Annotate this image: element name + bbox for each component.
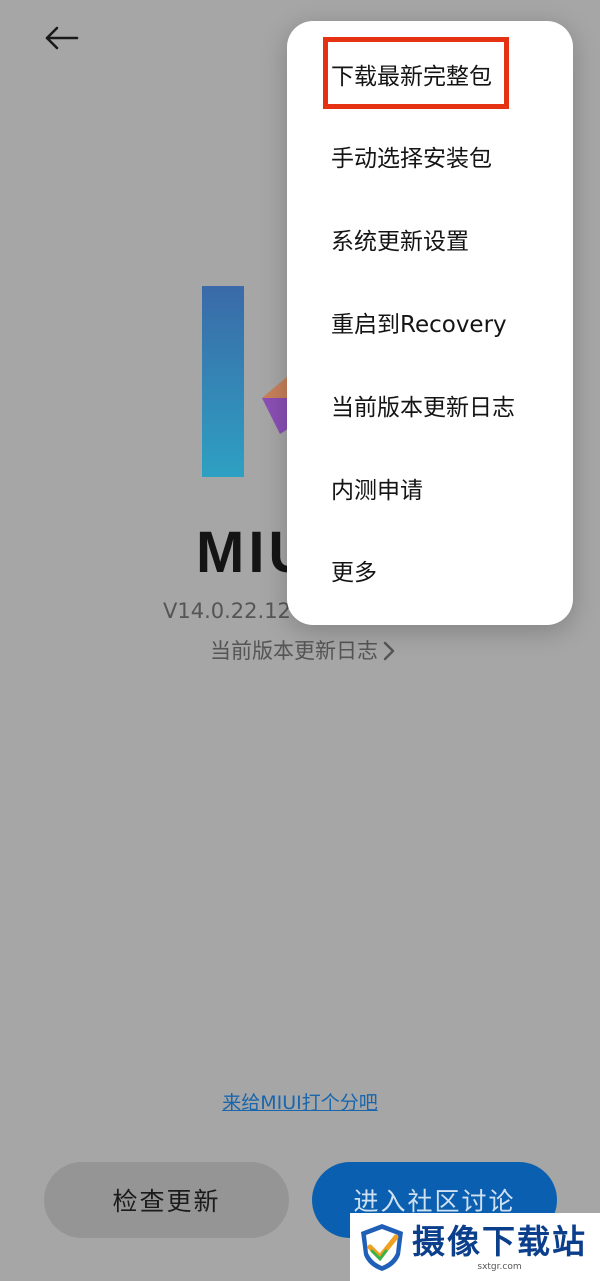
check-update-button[interactable]: 检查更新 [44,1162,289,1238]
menu-item-download-full-package[interactable]: 下载最新完整包 [331,59,492,95]
miui-logo-icon [202,286,300,477]
rate-miui-link[interactable]: 来给MIUI打个分吧 [0,1088,600,1118]
watermark-subtitle: sxtgr.com [477,1262,522,1272]
arrow-left-icon [45,26,79,50]
menu-item-more[interactable]: 更多 [331,555,377,591]
menu-item-beta-apply[interactable]: 内测申请 [331,473,423,509]
back-button[interactable] [36,18,86,58]
menu-item-update-settings[interactable]: 系统更新设置 [331,224,469,260]
menu-item-manual-select-package[interactable]: 手动选择安装包 [331,141,492,177]
changelog-link[interactable]: 当前版本更新日志 [210,636,396,666]
menu-item-reboot-recovery[interactable]: 重启到Recovery [331,307,507,343]
chevron-right-icon [383,641,395,661]
overflow-menu: 下载最新完整包 手动选择安装包 系统更新设置 重启到Recovery 当前版本更… [287,21,573,625]
watermark: 摄像下载站 sxtgr.com [350,1213,600,1281]
miui-logo-text: MIUI [196,520,291,585]
version-text: V14.0.22.12. [163,599,293,623]
menu-item-changelog[interactable]: 当前版本更新日志 [331,390,515,426]
watermark-title: 摄像下载站 [412,1222,587,1261]
changelog-link-label: 当前版本更新日志 [210,639,378,663]
watermark-logo-icon [361,1224,403,1271]
